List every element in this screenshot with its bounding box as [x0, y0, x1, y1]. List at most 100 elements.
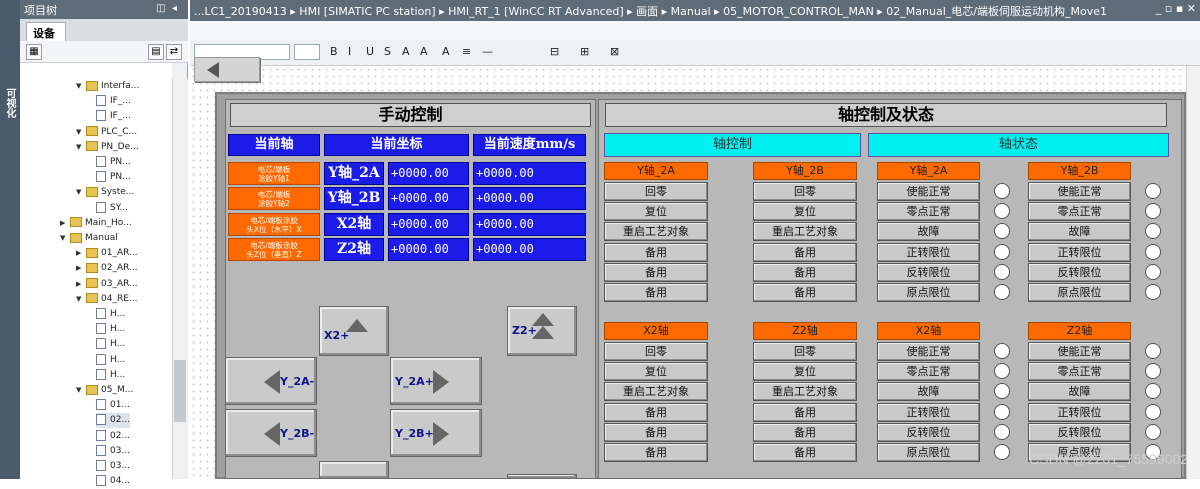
expand-arrow-down-icon[interactable]: ▼: [76, 383, 86, 398]
tree-node[interactable]: ▼ Manual: [60, 231, 118, 246]
tree-node[interactable]: ▼ 05_M...: [76, 383, 133, 398]
canvas-vertical-scrollbar[interactable]: [1186, 66, 1200, 479]
axis-select-button[interactable]: 电芯/端板 涂胶Y轴1: [228, 162, 320, 185]
tree-node[interactable]: H...: [96, 368, 125, 383]
format-tool-button[interactable]: A: [402, 45, 410, 58]
tree-scrollbar-thumb[interactable]: [174, 360, 186, 422]
tree-node[interactable]: ▼ Syste...: [76, 185, 134, 200]
tree-node[interactable]: SY...: [96, 201, 128, 216]
format-tool-button[interactable]: A: [442, 45, 450, 58]
tree-node[interactable]: IF_...: [96, 94, 131, 109]
tree-node[interactable]: 03...: [96, 459, 130, 474]
axis-control-button[interactable]: 重启工艺对象: [604, 222, 708, 242]
screen-page-icon: [96, 95, 106, 107]
pin-icon[interactable]: ◫: [156, 3, 165, 14]
sync-icon[interactable]: ⇄: [166, 44, 182, 60]
tree-node[interactable]: H...: [96, 307, 125, 322]
tree-node[interactable]: ▶ 03_AR...: [76, 277, 138, 292]
expand-arrow-down-icon[interactable]: ▼: [76, 140, 86, 155]
format-tool-button[interactable]: ≡: [462, 45, 471, 58]
axis-control-button[interactable]: 备用: [753, 443, 857, 462]
visualization-tab[interactable]: 可视化: [3, 88, 17, 118]
axis-control-button[interactable]: 重启工艺对象: [753, 222, 857, 242]
axis-control-button[interactable]: 回零: [753, 182, 857, 201]
format-tool-button[interactable]: —: [482, 45, 493, 58]
axis-control-button[interactable]: 复位: [604, 362, 708, 382]
jog-y2b-minus-button[interactable]: Y_2B-: [225, 409, 317, 457]
axis-control-button[interactable]: 复位: [604, 202, 708, 222]
jog-x2-plus-button[interactable]: X2+: [319, 306, 389, 356]
tree-node[interactable]: ▶ 02_AR...: [76, 261, 138, 276]
format-tool-button[interactable]: A: [420, 45, 428, 58]
tree-node[interactable]: 03...: [96, 444, 130, 459]
expand-arrow-right-icon[interactable]: ▶: [60, 216, 70, 231]
tree-node[interactable]: 02...: [96, 429, 130, 444]
format-tool-button[interactable]: S: [384, 45, 391, 58]
tree-node[interactable]: ▼ PN_De...: [76, 140, 139, 155]
jog-y2b-plus-button[interactable]: Y_2B+: [390, 409, 482, 457]
tree-node[interactable]: ▶ Main_Ho...: [60, 216, 132, 231]
collapse-icon[interactable]: ◂: [172, 3, 177, 14]
axis-control-button[interactable]: 备用: [604, 242, 708, 262]
axis-control-button[interactable]: 备用: [753, 422, 857, 442]
axis-control-button[interactable]: 备用: [753, 402, 857, 422]
format-tool-button[interactable]: U: [366, 45, 374, 58]
axis-control-button[interactable]: 重启工艺对象: [604, 382, 708, 402]
axis-select-button[interactable]: 电芯/端板涂胶 头Z位（垂直）Z: [228, 237, 320, 261]
jog-z2-plus-button[interactable]: Z2+: [507, 306, 577, 356]
axis-control-button[interactable]: 备用: [604, 283, 708, 302]
tree-node[interactable]: 04...: [96, 474, 130, 489]
tree-node[interactable]: 01...: [96, 398, 130, 413]
axis-control-button[interactable]: 回零: [604, 182, 708, 201]
expand-arrow-down-icon[interactable]: ▼: [76, 292, 86, 307]
axis-control-button[interactable]: 复位: [753, 202, 857, 222]
axis-select-button[interactable]: 电芯/端板涂胶 头X位（水平）X: [228, 212, 320, 236]
speed-value: +0000.00: [473, 212, 586, 236]
back-navigation-button[interactable]: [194, 57, 260, 82]
axis-control-button[interactable]: 重启工艺对象: [753, 382, 857, 402]
format-tool-button[interactable]: ⊞: [580, 45, 589, 58]
tree-node[interactable]: IF_...: [96, 109, 131, 124]
tree-node[interactable]: 02...: [96, 413, 131, 429]
tree-node[interactable]: H...: [96, 353, 125, 368]
tree-node[interactable]: ▼ Interfa...: [76, 79, 139, 94]
tab-devices[interactable]: 设备: [26, 22, 66, 41]
axis-control-button[interactable]: 备用: [753, 242, 857, 262]
tree-node[interactable]: PN...: [96, 155, 131, 170]
tree-node[interactable]: H...: [96, 337, 125, 352]
tree-node[interactable]: ▼ 04_RE...: [76, 292, 137, 307]
expand-arrow-down-icon[interactable]: ▼: [60, 231, 70, 246]
axis-control-button[interactable]: 复位: [753, 362, 857, 382]
format-tool-button[interactable]: ⊟: [550, 45, 559, 58]
axis-control-button[interactable]: 备用: [604, 443, 708, 462]
window-controls[interactable]: _ ▫ ▪ ✕: [1156, 2, 1196, 15]
tree-node[interactable]: ▶ 01_AR...: [76, 246, 138, 261]
tree-node[interactable]: H...: [96, 322, 125, 337]
tree-node[interactable]: PN...: [96, 170, 131, 185]
font-size-select[interactable]: [294, 44, 320, 60]
tree-node[interactable]: ▼ PLC_C...: [76, 125, 137, 140]
axis-control-button[interactable]: 备用: [604, 402, 708, 422]
expand-arrow-right-icon[interactable]: ▶: [76, 277, 86, 292]
table-view-icon[interactable]: ▤: [148, 44, 164, 60]
axis-control-button[interactable]: 备用: [753, 262, 857, 282]
axis-control-button[interactable]: 备用: [753, 283, 857, 302]
expand-arrow-down-icon[interactable]: ▼: [76, 79, 86, 94]
jog-y2a-minus-button[interactable]: Y_2A-: [225, 357, 317, 405]
axis-control-button[interactable]: 回零: [604, 342, 708, 361]
format-tool-button[interactable]: I: [348, 45, 351, 58]
expand-arrow-down-icon[interactable]: ▼: [76, 125, 86, 140]
jog-z2-minus-button[interactable]: [507, 474, 577, 479]
format-tool-button[interactable]: B: [330, 45, 338, 58]
axis-control-button[interactable]: 回零: [753, 342, 857, 361]
axis-control-button[interactable]: 备用: [604, 262, 708, 282]
axis-control-button[interactable]: 备用: [604, 422, 708, 442]
expand-arrow-right-icon[interactable]: ▶: [76, 261, 86, 276]
expand-arrow-down-icon[interactable]: ▼: [76, 185, 86, 200]
jog-y2a-plus-button[interactable]: Y_2A+: [390, 357, 482, 405]
jog-x2-minus-button[interactable]: [319, 461, 389, 479]
format-tool-button[interactable]: ⊠: [610, 45, 619, 58]
axis-select-button[interactable]: 电芯/端板 涂胶Y轴2: [228, 187, 320, 211]
expand-arrow-right-icon[interactable]: ▶: [76, 246, 86, 261]
overview-icon[interactable]: ▦: [26, 44, 42, 60]
